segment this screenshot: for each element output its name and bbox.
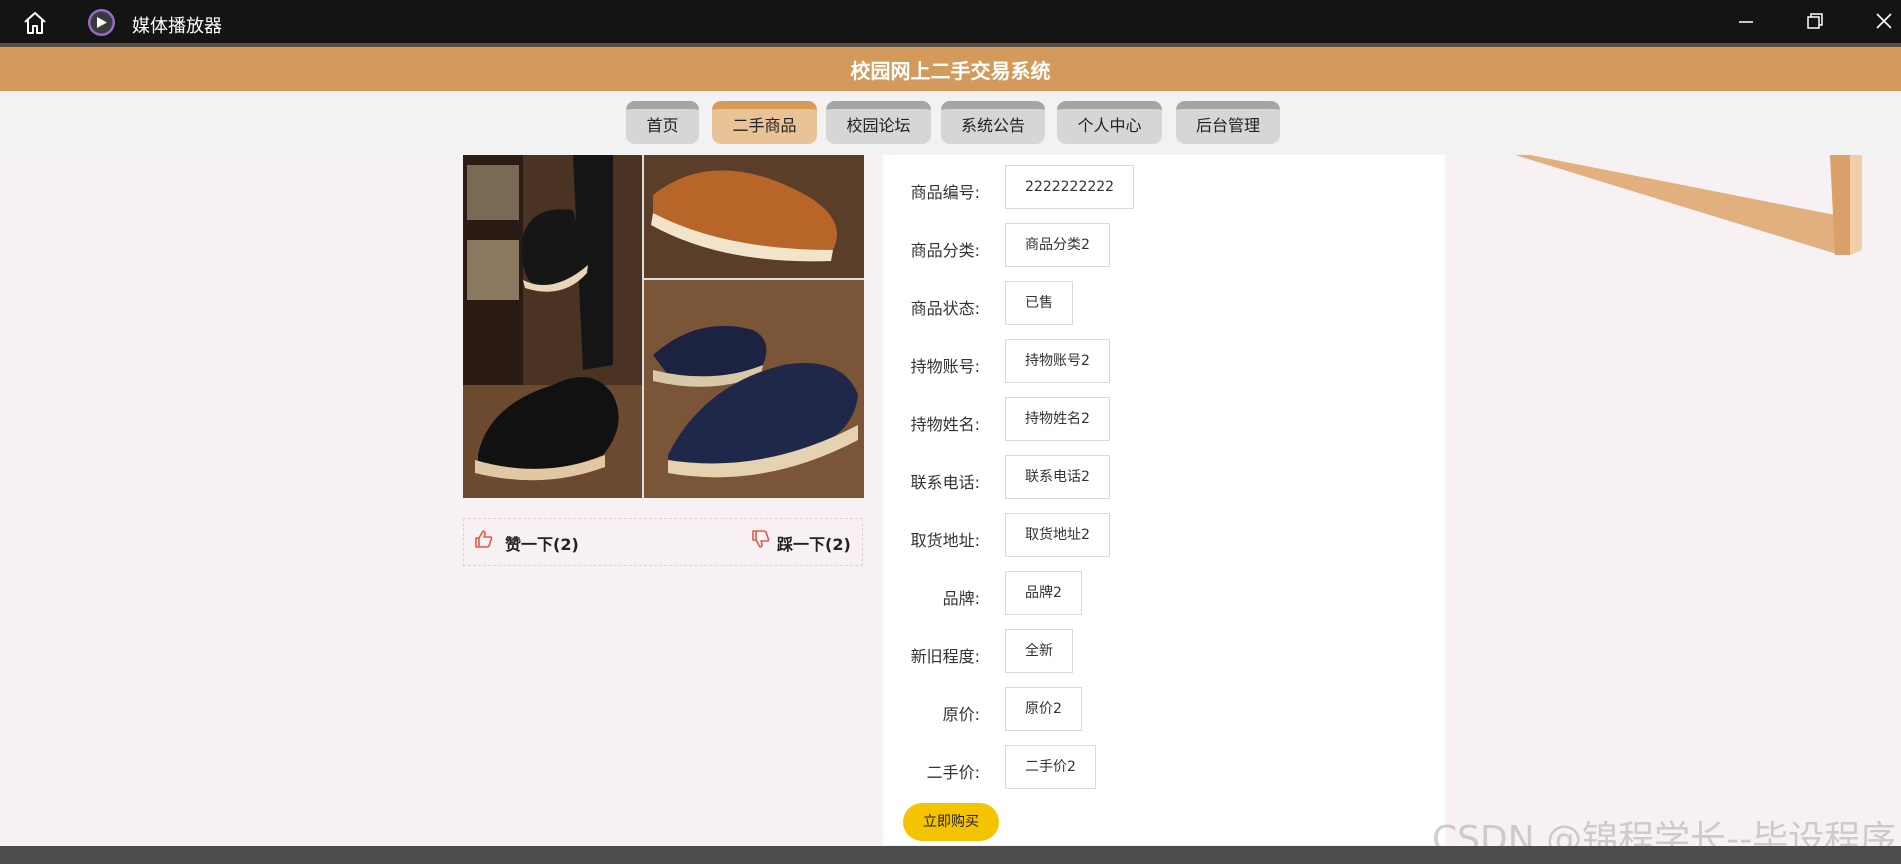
bottom-bar bbox=[0, 846, 1901, 864]
field-label-status: 商品状态: bbox=[910, 299, 980, 318]
field-label-used-price: 二手价: bbox=[926, 763, 980, 782]
product-image bbox=[463, 155, 864, 498]
nav-item-announcements[interactable]: 系统公告 bbox=[941, 101, 1045, 144]
title-bar: 媒体播放器 bbox=[0, 0, 1901, 43]
dislike-label: 踩一下(2) bbox=[777, 535, 851, 554]
field-value-owner-account: 持物账号2 bbox=[1005, 339, 1110, 383]
field-value-phone: 联系电话2 bbox=[1005, 455, 1110, 499]
nav-item-personal-center[interactable]: 个人中心 bbox=[1057, 101, 1162, 144]
field-label-condition: 新旧程度: bbox=[910, 647, 980, 666]
field-value-owner-name: 持物姓名2 bbox=[1005, 397, 1110, 441]
field-value-condition: 全新 bbox=[1005, 629, 1073, 673]
site-title: 校园网上二手交易系统 bbox=[850, 59, 1051, 83]
minimize-icon[interactable] bbox=[1732, 8, 1760, 36]
buy-now-button[interactable]: 立即购买 bbox=[903, 803, 999, 841]
main-nav: 首页 二手商品 校园论坛 系统公告 个人中心 后台管理 bbox=[0, 91, 1901, 155]
media-player-icon bbox=[88, 9, 115, 36]
field-label-phone: 联系电话: bbox=[910, 473, 980, 492]
field-label-owner-name: 持物姓名: bbox=[910, 415, 980, 434]
field-label-category: 商品分类: bbox=[910, 241, 980, 260]
field-label-pickup-address: 取货地址: bbox=[910, 531, 980, 550]
field-label-brand: 品牌: bbox=[942, 589, 980, 608]
decorative-frame bbox=[1515, 155, 1862, 255]
close-icon[interactable] bbox=[1870, 8, 1898, 36]
home-icon[interactable] bbox=[22, 10, 48, 36]
like-label: 赞一下(2) bbox=[505, 535, 579, 554]
field-label-owner-account: 持物账号: bbox=[910, 357, 980, 376]
app-title: 媒体播放器 bbox=[132, 16, 222, 37]
reaction-bar: 赞一下(2) 踩一下(2) bbox=[463, 518, 863, 566]
restore-icon[interactable] bbox=[1801, 8, 1829, 36]
nav-item-home[interactable]: 首页 bbox=[626, 101, 699, 144]
field-label-product-id: 商品编号: bbox=[910, 183, 980, 202]
field-value-brand: 品牌2 bbox=[1005, 571, 1082, 615]
site-header: 校园网上二手交易系统 bbox=[0, 43, 1901, 91]
field-value-category: 商品分类2 bbox=[1005, 223, 1110, 267]
product-details: 商品编号: 2222222222 商品分类: 商品分类2 商品状态: 已售 持物… bbox=[883, 155, 1445, 845]
nav-item-secondhand-goods[interactable]: 二手商品 bbox=[712, 101, 817, 144]
field-value-used-price: 二手价2 bbox=[1005, 745, 1096, 789]
thumbs-down-icon bbox=[752, 530, 770, 548]
field-value-original-price: 原价2 bbox=[1005, 687, 1082, 731]
nav-item-campus-forum[interactable]: 校园论坛 bbox=[826, 101, 931, 144]
field-label-original-price: 原价: bbox=[942, 705, 980, 724]
field-value-pickup-address: 取货地址2 bbox=[1005, 513, 1110, 557]
field-value-product-id: 2222222222 bbox=[1005, 165, 1135, 209]
thumbs-up-icon bbox=[475, 530, 493, 548]
nav-item-admin[interactable]: 后台管理 bbox=[1176, 101, 1280, 144]
field-value-status: 已售 bbox=[1005, 281, 1073, 325]
